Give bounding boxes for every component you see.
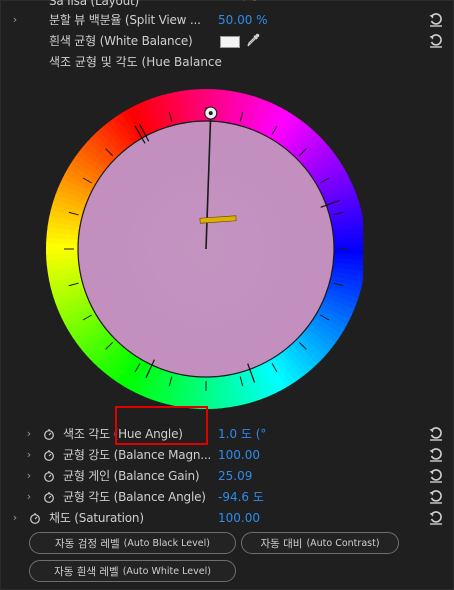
auto-contrast-sub: (Auto Contrast) xyxy=(306,537,380,549)
reset-icon[interactable] xyxy=(429,13,443,27)
white-balance-label: 흰색 균형 (White Balance) xyxy=(49,34,193,48)
reset-icon[interactable] xyxy=(429,511,443,525)
split-view-label: 분할 뷰 백분율 (Split View ... xyxy=(49,13,201,27)
chevron-right-icon[interactable]: › xyxy=(24,466,34,486)
auto-white-level-main: 자동 흰색 레벨 xyxy=(54,565,119,578)
saturation-label: 채도 (Saturation) xyxy=(49,511,144,525)
balance-magnitude-row[interactable]: › 균형 강도 (Balance Magn... 100.00 xyxy=(1,445,453,465)
reset-icon[interactable] xyxy=(429,427,443,441)
chevron-right-icon[interactable]: › xyxy=(24,487,34,507)
reset-icon[interactable] xyxy=(429,34,443,48)
auto-contrast-main: 자동 대비 xyxy=(260,537,303,550)
auto-black-level-sub: (Auto Black Level) xyxy=(123,537,210,549)
split-view-value[interactable]: 50.00 % xyxy=(218,10,268,30)
auto-contrast-button[interactable]: 자동 대비 (Auto Contrast) xyxy=(241,532,399,554)
saturation-row[interactable]: › 채도 (Saturation) 100.00 xyxy=(1,508,453,528)
effect-controls-panel: Sa Ilsa (Layout) 수평 › 분할 뷰 백분율 (Split Vi… xyxy=(0,0,454,590)
hue-angle-highlight-box xyxy=(115,406,208,445)
chevron-right-icon[interactable]: › xyxy=(24,445,34,465)
auto-white-level-sub: (Auto White Level) xyxy=(122,565,211,577)
reset-icon[interactable] xyxy=(429,469,443,483)
balance-gain-value[interactable]: 25.09 xyxy=(218,466,252,486)
auto-black-level-main: 자동 검정 레벨 xyxy=(55,537,120,550)
chevron-right-icon[interactable]: › xyxy=(24,424,34,444)
split-view-row[interactable]: › 분할 뷰 백분율 (Split View ... 50.00 % xyxy=(1,10,453,30)
layout-value: 수평 xyxy=(239,0,259,1)
hue-balance-label: 색조 균형 및 각도 (Hue Balance xyxy=(49,55,222,69)
stopwatch-icon[interactable] xyxy=(43,449,55,461)
reset-icon[interactable] xyxy=(429,448,443,462)
stopwatch-icon[interactable] xyxy=(43,428,55,440)
balance-angle-value[interactable]: -94.6 도 xyxy=(218,487,264,507)
chevron-right-icon[interactable]: › xyxy=(10,508,20,528)
saturation-value[interactable]: 100.00 xyxy=(218,508,260,528)
balance-angle-row[interactable]: › 균형 각도 (Balance Angle) -94.6 도 xyxy=(1,487,453,507)
balance-gain-row[interactable]: › 균형 게인 (Balance Gain) 25.09 xyxy=(1,466,453,486)
balance-gain-label: 균형 게인 (Balance Gain) xyxy=(63,469,200,483)
hue-angle-handle-dot xyxy=(208,111,213,116)
hue-angle-value[interactable]: 1.0 도 (° xyxy=(218,424,266,444)
reset-icon[interactable] xyxy=(429,490,443,504)
eyedropper-icon[interactable] xyxy=(245,32,261,48)
hue-angle-row[interactable]: › 색조 각도 (Hue Angle) 1.0 도 (° xyxy=(1,424,453,444)
balance-angle-label: 균형 각도 (Balance Angle) xyxy=(63,490,206,504)
stopwatch-icon[interactable] xyxy=(43,470,55,482)
balance-magnitude-value[interactable]: 100.00 xyxy=(218,445,260,465)
hue-balance-wheel[interactable] xyxy=(43,85,363,425)
chevron-right-icon[interactable]: › xyxy=(10,10,20,30)
balance-magnitude-label: 균형 강도 (Balance Magn... xyxy=(63,448,212,462)
stopwatch-icon[interactable] xyxy=(29,512,41,524)
stopwatch-icon[interactable] xyxy=(43,491,55,503)
white-balance-swatch[interactable] xyxy=(220,36,240,48)
auto-white-level-button[interactable]: 자동 흰색 레벨 (Auto White Level) xyxy=(29,560,236,582)
auto-black-level-button[interactable]: 자동 검정 레벨 (Auto Black Level) xyxy=(29,532,236,554)
